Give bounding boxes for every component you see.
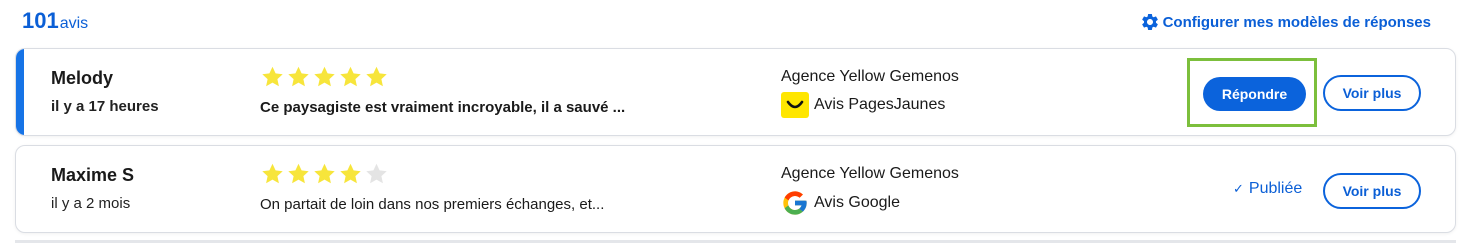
see-more-button[interactable]: Voir plus — [1323, 173, 1421, 209]
review-source: Avis PagesJaunes — [781, 92, 945, 118]
reviews-header: 101 avis Configurer mes modèles de répon… — [0, 0, 1464, 46]
review-count-unit: avis — [59, 15, 89, 32]
unread-indicator — [16, 49, 24, 135]
published-status: ✓ Publiée — [1233, 180, 1302, 198]
review-author: Melody — [51, 68, 114, 88]
review-card[interactable]: Maxime S il y a 2 mois On partait de loi… — [15, 145, 1456, 233]
agency-name: Agence Yellow Gemenos — [781, 165, 959, 182]
star-empty-icon — [366, 163, 387, 184]
review-time: il y a 2 mois — [51, 195, 131, 212]
star-rating — [260, 162, 389, 186]
star-filled-icon — [288, 163, 309, 184]
reply-highlight-box — [1187, 58, 1317, 127]
star-filled-icon — [314, 163, 335, 184]
review-source-label: Avis PagesJaunes — [814, 96, 946, 113]
star-rating — [260, 65, 389, 89]
review-source-label: Avis Google — [814, 194, 900, 211]
star-filled-icon — [340, 66, 361, 87]
agency-name: Agence Yellow Gemenos — [781, 68, 959, 85]
configure-templates-label: Configurer mes modèles de réponses — [1162, 13, 1431, 31]
star-filled-icon — [288, 66, 309, 87]
star-filled-icon — [262, 163, 283, 184]
review-time: il y a 17 heures — [51, 98, 159, 115]
review-comment: On partait de loin dans nos premiers éch… — [260, 196, 605, 213]
star-filled-icon — [340, 163, 361, 184]
review-source: Avis Google — [781, 189, 900, 217]
star-filled-icon — [262, 66, 283, 87]
star-filled-icon — [366, 66, 387, 87]
checkmark-icon: ✓ — [1233, 181, 1244, 196]
review-author: Maxime S — [51, 165, 135, 185]
star-filled-icon — [314, 66, 335, 87]
pagesjaunes-logo-icon — [781, 92, 809, 118]
gear-icon — [1141, 13, 1158, 30]
review-count-number: 101 — [22, 8, 59, 33]
review-count: 101 avis — [22, 8, 88, 34]
configure-templates-link[interactable]: Configurer mes modèles de réponses — [1140, 12, 1431, 32]
review-comment: Ce paysagiste est vraiment incroyable, i… — [260, 99, 626, 116]
published-status-label: Publiée — [1248, 180, 1303, 197]
google-logo-icon — [783, 191, 807, 215]
see-more-button[interactable]: Voir plus — [1323, 75, 1421, 111]
